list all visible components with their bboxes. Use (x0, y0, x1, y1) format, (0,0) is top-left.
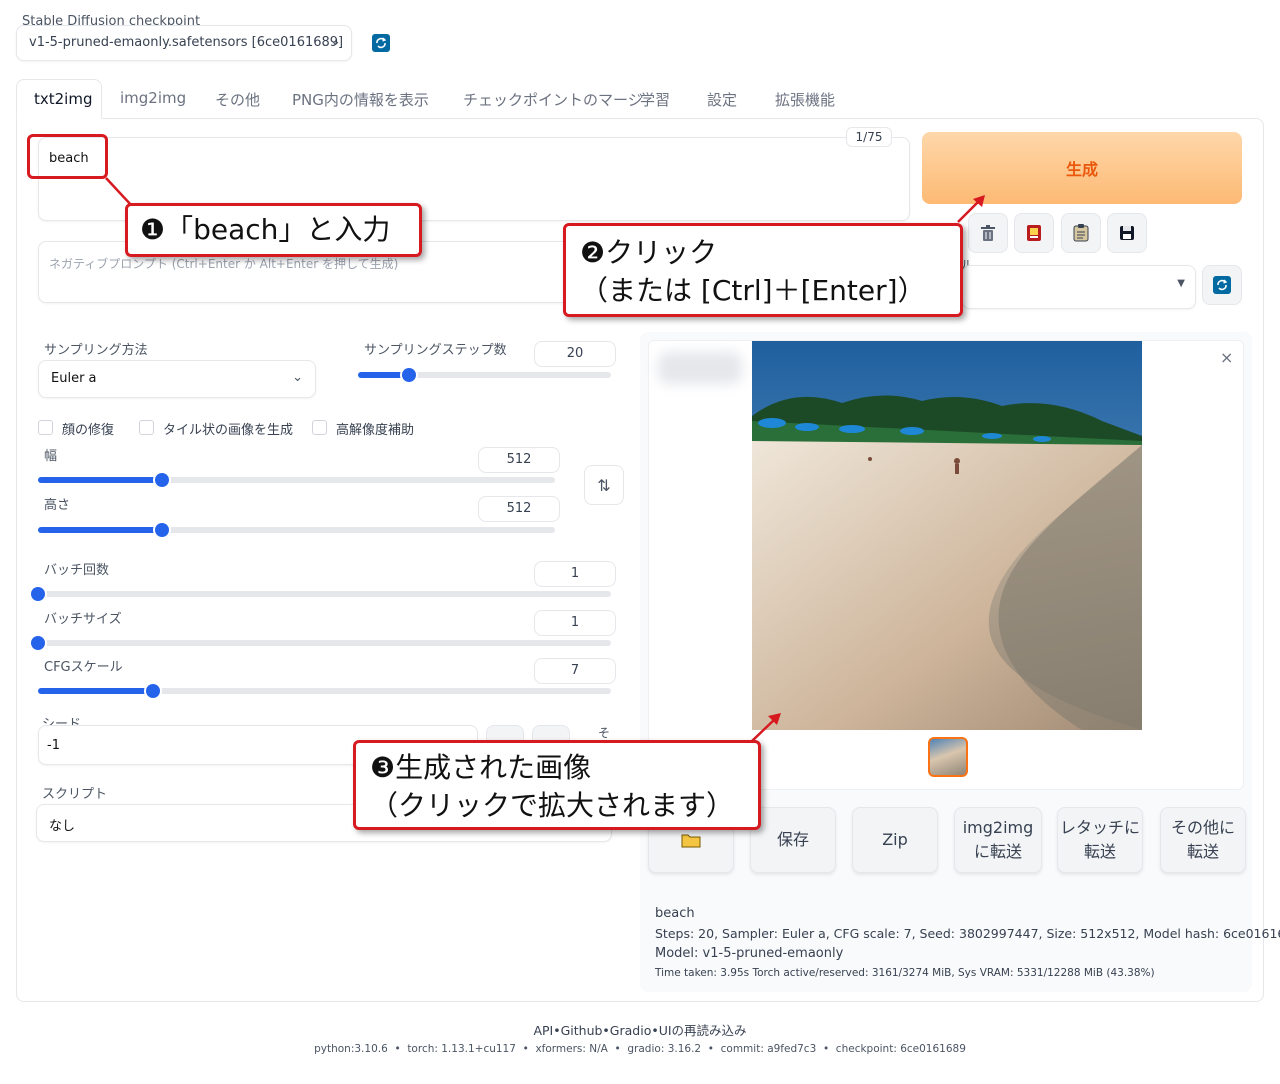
connector-step1 (105, 177, 133, 207)
annotation-step3: ❸生成された画像 （クリックで拡大されます） (353, 740, 761, 830)
annotation-step2: ❷クリック （または [Ctrl]＋[Enter]） (563, 223, 963, 317)
connector-step3 (751, 718, 776, 742)
annotation-step2-line2: （または [Ctrl]＋[Enter]） (580, 274, 926, 307)
annotation-step3-line2: （クリックで拡大されます） (370, 789, 735, 822)
annotation-step1: ❶「beach」と入力 (125, 203, 422, 257)
tab-label: txt2img (34, 90, 93, 108)
connector-step2 (957, 199, 981, 223)
tab-txt2img[interactable]: txt2img (16, 79, 102, 119)
annotation-step3-line1: ❸生成された画像 (370, 751, 592, 784)
annotation-connectors (105, 177, 985, 742)
annotation-step2-line1: ❷クリック (580, 236, 718, 269)
